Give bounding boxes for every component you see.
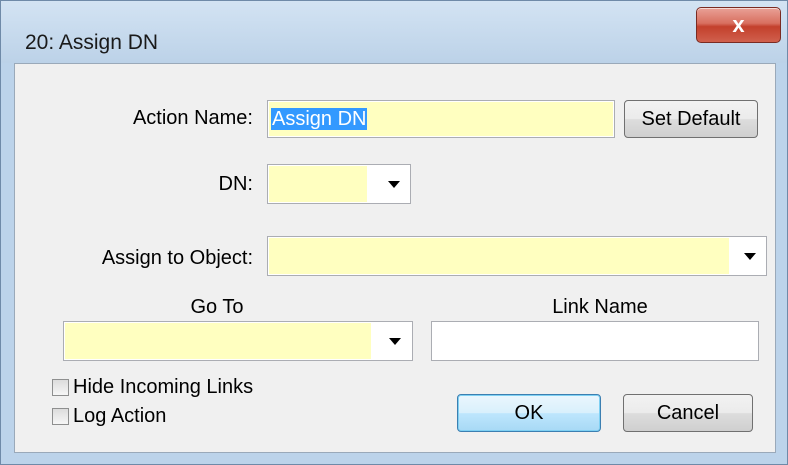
close-icon: x [732,12,745,37]
log-action-checkbox[interactable] [52,408,69,425]
dropdown-arrow-icon[interactable] [388,181,400,188]
link-name-input[interactable] [431,321,759,361]
dialog-body: Action Name: Assign DN Set Default DN: A… [14,63,776,453]
ok-button[interactable]: OK [457,394,601,432]
dn-label: DN: [218,173,253,195]
assign-to-object-combobox[interactable] [267,236,767,276]
action-name-field[interactable]: Assign DN [267,100,615,138]
dropdown-arrow-icon[interactable] [744,253,756,260]
hide-incoming-links-checkbox[interactable] [52,379,69,396]
title-bar[interactable]: 20: Assign DN x [1,1,787,63]
hide-incoming-links-label[interactable]: Hide Incoming Links [73,376,253,399]
go-to-combobox[interactable] [63,321,413,361]
log-action-label[interactable]: Log Action [73,405,166,428]
action-name-label: Action Name: [132,107,253,129]
dn-combobox[interactable] [267,164,411,204]
window-title: 20: Assign DN [25,31,159,54]
cancel-button[interactable]: Cancel [623,394,753,432]
set-default-button[interactable]: Set Default [624,100,758,138]
link-name-label: Link Name [552,296,648,318]
close-button[interactable]: x [696,7,781,43]
assign-to-object-label: Assign to Object: [101,247,253,269]
dialog-window: 20: Assign DN x Action Name: Assign DN S… [0,0,788,465]
action-name-value: Assign DN [271,108,368,130]
dropdown-arrow-icon[interactable] [389,338,401,345]
go-to-label: Go To [190,296,244,318]
